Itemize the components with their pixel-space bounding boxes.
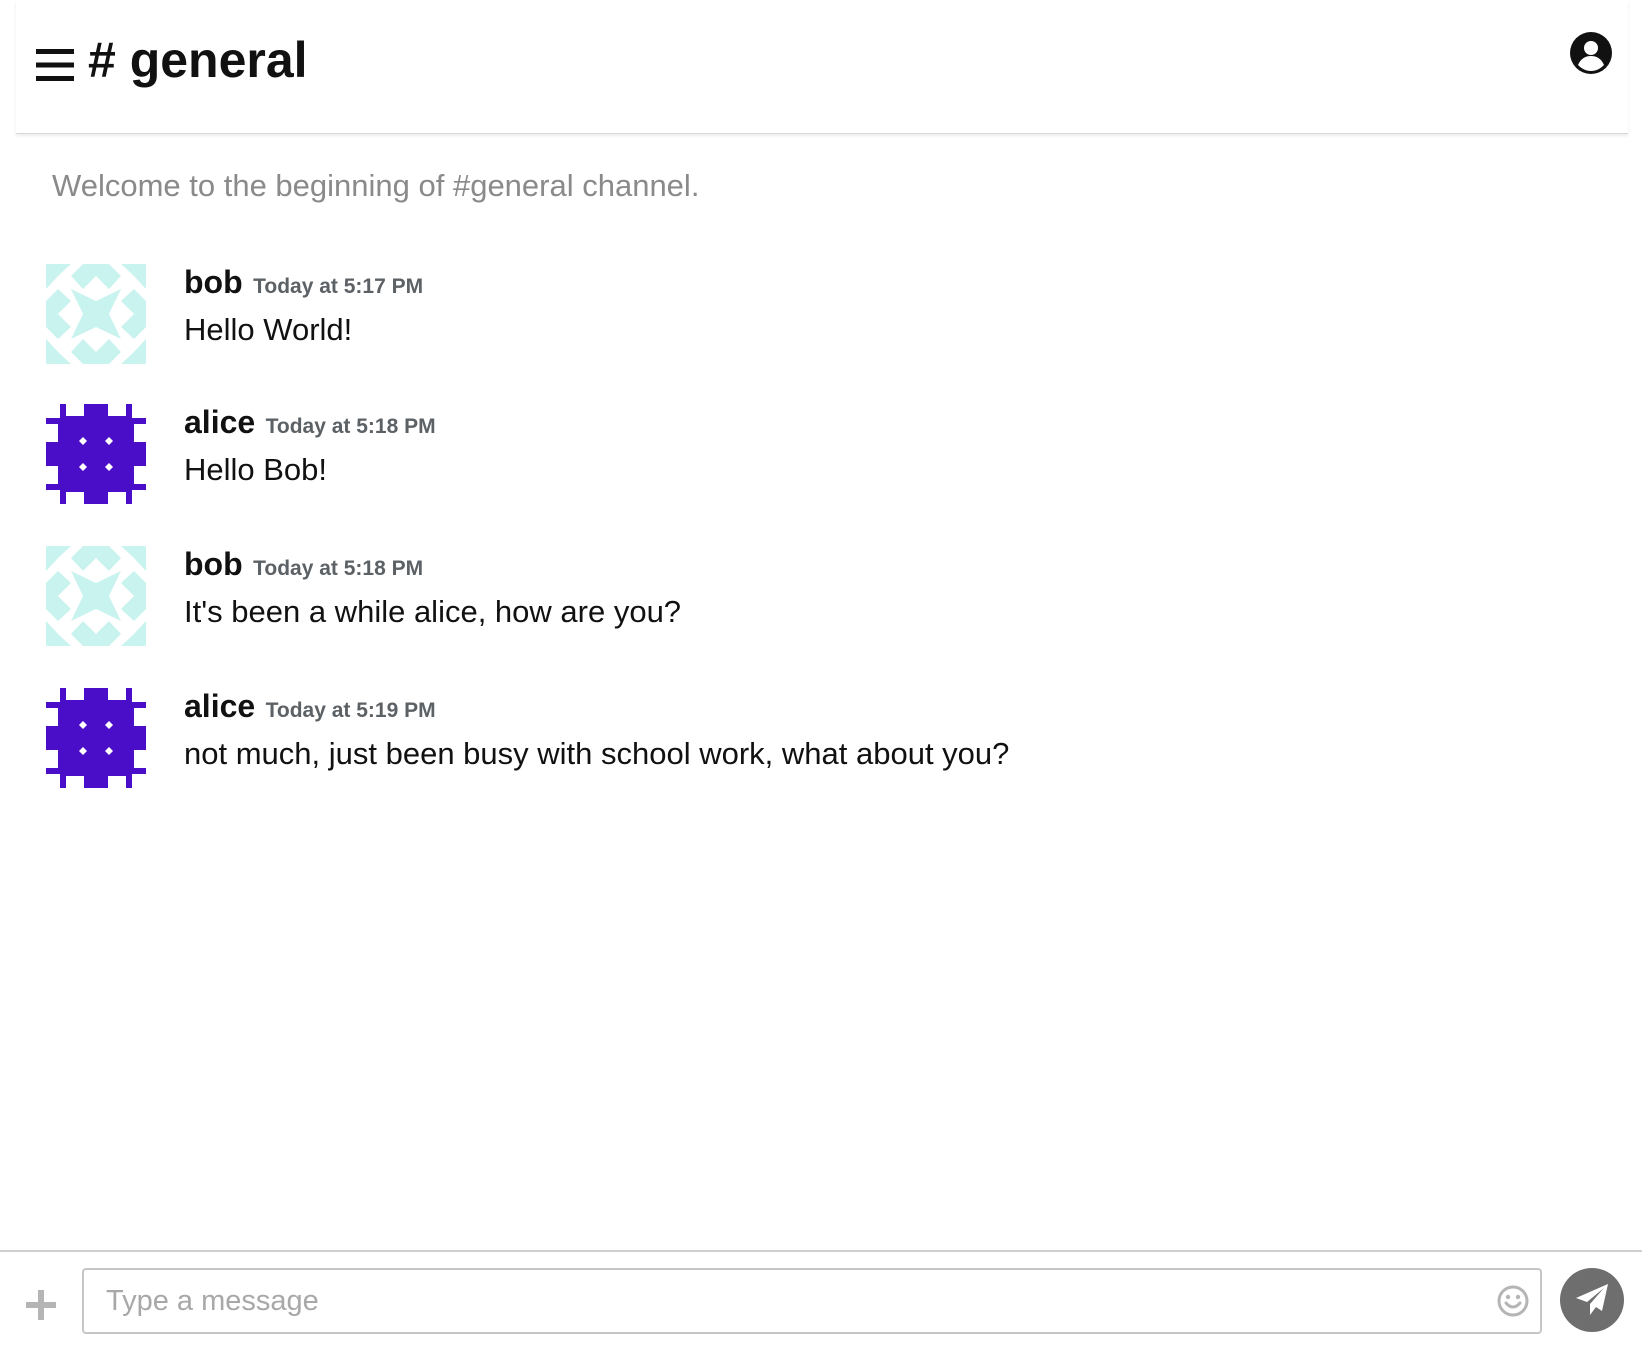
message-header: bob Today at 5:17 PM <box>184 262 423 309</box>
message-author[interactable]: alice <box>184 404 255 440</box>
message-item: alice Today at 5:19 PM not much, just be… <box>46 686 1606 790</box>
message-timestamp: Today at 5:19 PM <box>265 699 436 722</box>
emoji-button[interactable] <box>1496 1284 1530 1318</box>
message-text: Hello World! <box>184 312 353 347</box>
avatar <box>46 688 146 788</box>
message-timestamp: Today at 5:18 PM <box>253 557 424 580</box>
message-composer <box>0 1250 1642 1348</box>
smiley-icon <box>1497 1285 1529 1317</box>
add-attachment-button[interactable] <box>22 1286 60 1324</box>
message-author[interactable]: bob <box>184 264 243 300</box>
message-author[interactable]: bob <box>184 546 243 582</box>
message-item: alice Today at 5:18 PM Hello Bob! <box>46 402 1606 506</box>
avatar <box>46 546 146 646</box>
message-timestamp: Today at 5:17 PM <box>253 275 424 298</box>
hamburger-menu-icon <box>36 49 74 81</box>
message-header: alice Today at 5:19 PM <box>184 686 436 733</box>
avatar <box>46 404 146 504</box>
menu-button[interactable] <box>36 48 74 82</box>
message-header: bob Today at 5:18 PM <box>184 544 423 591</box>
paper-plane-icon <box>1576 1284 1608 1315</box>
plus-icon <box>26 1290 56 1320</box>
message-author[interactable]: alice <box>184 688 255 724</box>
message-input-box <box>82 1268 1542 1334</box>
avatar <box>46 264 146 364</box>
message-text: Hello Bob! <box>184 452 328 487</box>
chat-app: # general Welcome to the beginning of #g… <box>0 0 1642 1348</box>
channel-welcome-text: Welcome to the beginning of #general cha… <box>52 168 700 203</box>
message-timestamp: Today at 5:18 PM <box>265 415 436 438</box>
message-item: bob Today at 5:18 PM It's been a while a… <box>46 544 1606 648</box>
send-button[interactable] <box>1560 1268 1624 1332</box>
message-input[interactable] <box>106 1278 1456 1324</box>
account-button[interactable] <box>1570 32 1612 74</box>
channel-header: # general <box>16 0 1628 134</box>
message-text: It's been a while alice, how are you? <box>184 594 682 629</box>
user-circle-icon <box>1570 32 1612 74</box>
message-text: not much, just been busy with school wor… <box>184 736 1010 771</box>
channel-title: # general <box>88 32 308 88</box>
message-header: alice Today at 5:18 PM <box>184 402 436 449</box>
message-item: bob Today at 5:17 PM Hello World! <box>46 262 1606 366</box>
